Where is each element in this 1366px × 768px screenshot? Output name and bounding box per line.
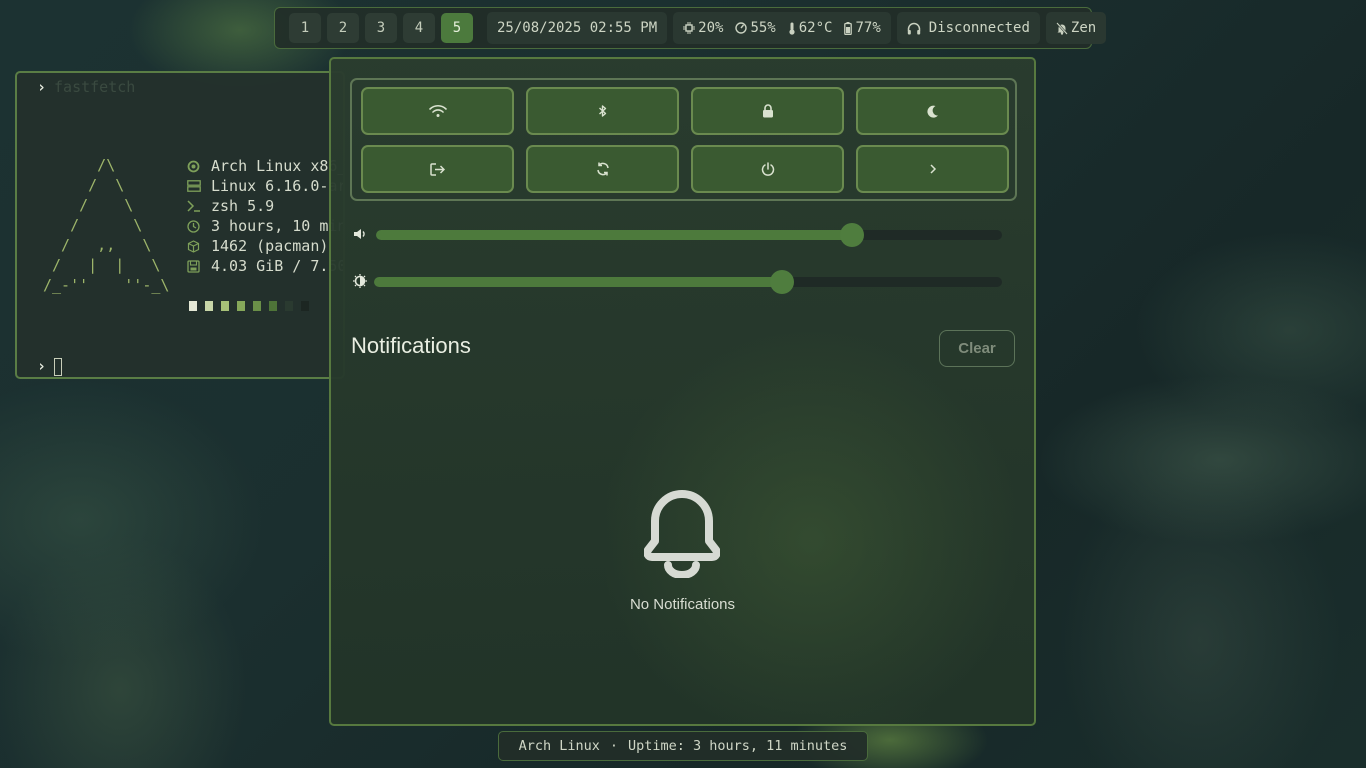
bell-icon: [644, 486, 720, 578]
prompt-symbol: ›: [37, 357, 47, 375]
chevron-right-icon: [929, 163, 937, 175]
volume-slider[interactable]: [376, 223, 1002, 247]
package-icon: [187, 239, 211, 253]
brightness-slider[interactable]: [374, 270, 1002, 294]
top-bar: 1 2 3 4 5 25/08/2025 02:55 PM 20% 55% 62…: [274, 7, 1107, 49]
info-row-uptime: 3 hours, 10 min: [187, 216, 345, 236]
empty-notifications-label: No Notifications: [629, 596, 736, 613]
uptime-text: Uptime: 3 hours, 11 minutes: [627, 738, 848, 754]
volume-icon: [353, 227, 367, 241]
brightness-slider-fill: [374, 277, 783, 287]
palette-swatch: [205, 301, 213, 311]
logout-icon: [430, 162, 445, 176]
lock-icon: [762, 104, 774, 118]
memory-value: 55%: [750, 20, 776, 36]
info-packages-text: 1462 (pacman): [211, 237, 329, 255]
battery-icon: [844, 21, 853, 35]
palette-swatch: [189, 301, 197, 311]
quick-toggles-grid: [350, 78, 1017, 201]
info-row-os: Arch Linux x86_: [187, 156, 345, 176]
terminal-icon: [187, 200, 211, 212]
workspace-1-button[interactable]: 1: [289, 13, 321, 43]
info-row-packages: 1462 (pacman): [187, 236, 343, 256]
terminal-input-line[interactable]: ›: [37, 357, 63, 376]
bluetooth-icon: [598, 104, 608, 118]
do-not-disturb-widget[interactable]: Zen: [1045, 12, 1107, 44]
info-row-memory: 4.03 GiB / 7.50: [187, 256, 345, 276]
shutdown-button[interactable]: [691, 145, 844, 193]
color-palette: [189, 301, 309, 311]
info-memory-text: 4.03 GiB / 7.50: [211, 257, 345, 275]
system-info-list: Arch Linux x86_ Linux 6.16.0-ar zsh 5.9 …: [187, 156, 345, 276]
info-shell-text: zsh 5.9: [211, 197, 275, 215]
brightness-icon: [353, 274, 367, 288]
memory-icon: [187, 259, 211, 273]
wifi-toggle-button[interactable]: [361, 87, 514, 135]
temperature-value: 62°C: [798, 20, 833, 36]
volume-slider-fill: [376, 230, 852, 240]
info-os-text: Arch Linux x86_: [211, 157, 345, 175]
terminal-line-top: › fastfetch: [37, 78, 135, 96]
power-icon: [761, 162, 775, 176]
lock-screen-button[interactable]: [691, 87, 844, 135]
palette-swatch: [301, 301, 309, 311]
logout-button[interactable]: [361, 145, 514, 193]
headphones-icon: [907, 22, 921, 35]
clock-widget[interactable]: 25/08/2025 02:55 PM: [487, 12, 668, 44]
palette-swatch: [253, 301, 261, 311]
server-icon: [187, 180, 211, 192]
bluetooth-toggle-button[interactable]: [526, 87, 679, 135]
thermometer-icon: [788, 22, 796, 35]
info-uptime-text: 3 hours, 10 min: [211, 217, 345, 235]
cpu-icon: [683, 22, 696, 34]
palette-swatch: [269, 301, 277, 311]
control-center-panel: Notifications Clear No Notifications: [329, 57, 1036, 726]
terminal-cursor: [54, 357, 63, 376]
cpu-value: 20%: [698, 20, 724, 36]
workspace-4-button[interactable]: 4: [403, 13, 435, 43]
more-options-button[interactable]: [856, 145, 1009, 193]
terminal-window[interactable]: › fastfetch /\ / \ / \ / \ / ,, \ / | | \…: [15, 71, 345, 379]
workspace-3-button[interactable]: 3: [365, 13, 397, 43]
bell-off-icon: [1056, 21, 1068, 35]
prompt-symbol: ›: [37, 78, 47, 96]
palette-swatch: [237, 301, 245, 311]
battery-value: 77%: [855, 20, 881, 36]
audio-device-widget[interactable]: Disconnected: [896, 12, 1040, 44]
brightness-slider-row: [353, 270, 1003, 294]
info-row-shell: zsh 5.9: [187, 196, 343, 216]
notification-mode: Zen: [1070, 20, 1097, 36]
ghost-command: fastfetch: [54, 78, 136, 96]
workspace-2-button[interactable]: 2: [327, 13, 359, 43]
volume-slider-row: [353, 223, 1003, 247]
datetime-text: 25/08/2025 02:55 PM: [497, 20, 658, 36]
system-stats-widget[interactable]: 20% 55% 62°C 77%: [673, 12, 891, 44]
refresh-icon: [596, 162, 610, 176]
memory-gauge-icon: [735, 22, 748, 34]
moon-icon: [926, 105, 939, 118]
volume-slider-handle[interactable]: [839, 223, 864, 247]
separator-dot: ·: [609, 738, 618, 754]
reboot-button[interactable]: [526, 145, 679, 193]
bottom-bar: Arch Linux · Uptime: 3 hours, 11 minutes: [498, 731, 868, 761]
notifications-title: Notifications: [351, 333, 471, 358]
workspace-5-button[interactable]: 5: [441, 13, 473, 43]
arch-icon: [187, 160, 211, 173]
palette-swatch: [221, 301, 229, 311]
brightness-slider-handle[interactable]: [770, 270, 795, 294]
wifi-icon: [428, 104, 447, 118]
info-kernel-text: Linux 6.16.0-ar: [211, 177, 345, 195]
palette-swatch: [285, 301, 293, 311]
clock-icon: [187, 219, 211, 233]
info-row-kernel: Linux 6.16.0-ar: [187, 176, 345, 196]
distro-name: Arch Linux: [518, 738, 600, 754]
arch-ascii-logo: /\ / \ / \ / \ / ,, \ / | | \ /_-'' ''-_…: [43, 156, 170, 294]
clear-notifications-button[interactable]: Clear: [939, 330, 1015, 367]
workspace-switcher: 1 2 3 4 5: [281, 13, 481, 43]
headphones-status: Disconnected: [928, 20, 1030, 36]
night-mode-toggle-button[interactable]: [856, 87, 1009, 135]
